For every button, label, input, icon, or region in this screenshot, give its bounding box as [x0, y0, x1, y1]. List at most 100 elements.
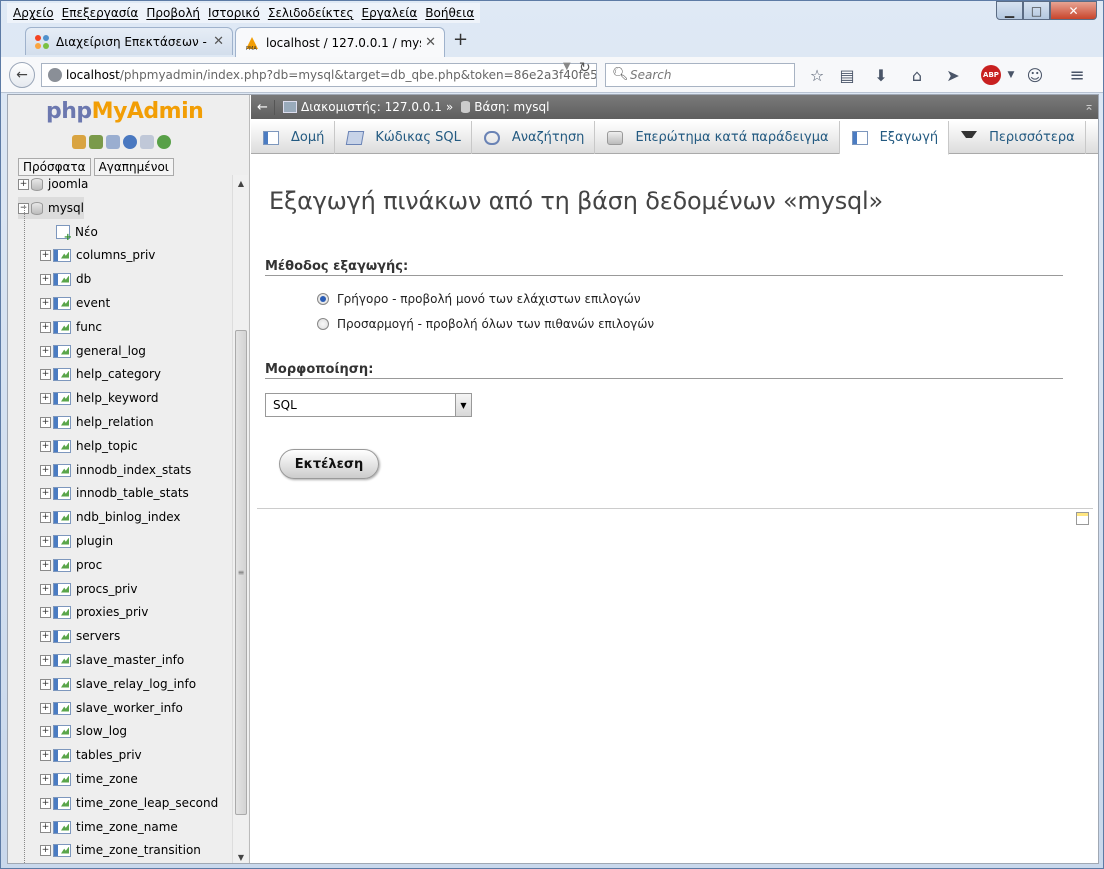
- expand-icon[interactable]: +: [18, 178, 29, 190]
- tree-table-func[interactable]: + func: [40, 316, 102, 338]
- expand-icon[interactable]: +: [40, 654, 51, 666]
- tree-table-innodb_table_stats[interactable]: + innodb_table_stats: [40, 482, 189, 504]
- expand-icon[interactable]: +: [40, 297, 51, 309]
- expand-icon[interactable]: +: [40, 797, 51, 809]
- console-icon[interactable]: [1076, 512, 1089, 525]
- tree-item-label[interactable]: general_log: [76, 344, 146, 358]
- tree-item-label[interactable]: slow_log: [76, 724, 127, 738]
- tree-table-time_zone[interactable]: + time_zone: [40, 768, 138, 790]
- expand-icon[interactable]: +: [40, 725, 51, 737]
- radio-button-checked[interactable]: [317, 293, 329, 305]
- tab-export[interactable]: Εξαγωγή: [839, 121, 950, 155]
- tab-query[interactable]: Επερώτημα κατά παράδειγμα: [595, 121, 840, 154]
- expand-icon[interactable]: +: [40, 273, 51, 285]
- tree-item-label[interactable]: help_category: [76, 367, 161, 381]
- help-icon[interactable]: [123, 135, 137, 149]
- tree-table-innodb_index_stats[interactable]: + innodb_index_stats: [40, 459, 191, 481]
- tree-item-label[interactable]: time_zone_transition: [76, 843, 201, 857]
- hamburger-menu-icon[interactable]: ≡: [1067, 65, 1087, 86]
- format-select[interactable]: SQL ▼: [265, 393, 472, 417]
- tree-table-db[interactable]: + db: [40, 268, 91, 290]
- radio-quick-label[interactable]: Γρήγορο - προβολή μονό των ελάχιστων επι…: [337, 292, 641, 306]
- tree-item-label[interactable]: ndb_binlog_index: [76, 510, 181, 524]
- tree-table-event[interactable]: + event: [40, 292, 110, 314]
- tree-table-help_keyword[interactable]: + help_keyword: [40, 387, 158, 409]
- tree-item-label[interactable]: innodb_index_stats: [76, 463, 191, 477]
- tree-table-slave_relay_log_info[interactable]: + slave_relay_log_info: [40, 673, 196, 695]
- reload-navigation-icon[interactable]: [157, 135, 171, 149]
- expand-icon[interactable]: +: [40, 773, 51, 785]
- tree-item-label[interactable]: time_zone_leap_second: [76, 796, 218, 810]
- documentation-icon[interactable]: [140, 135, 154, 149]
- tree-table-time_zone_transition[interactable]: + time_zone_transition: [40, 839, 201, 861]
- tree-item-label[interactable]: plugin: [76, 534, 113, 548]
- expand-icon[interactable]: +: [40, 511, 51, 523]
- tab-extensions[interactable]: Διαχείριση Επεκτάσεων - E... ✕: [25, 27, 233, 55]
- url-history-dropdown-icon[interactable]: ▼: [563, 61, 571, 72]
- tree-table-columns_priv[interactable]: + columns_priv: [40, 244, 155, 266]
- download-icon[interactable]: ⬇: [871, 65, 891, 85]
- radio-custom-label[interactable]: Προσαρμογή - προβολή όλων των πιθανών επ…: [337, 317, 654, 331]
- chat-icon[interactable]: ☺: [1025, 65, 1045, 85]
- tree-table-proxies_priv[interactable]: + proxies_priv: [40, 601, 148, 623]
- address-bar[interactable]: localhost/phpmyadmin/index.php?db=mysql&…: [41, 63, 597, 87]
- menu-tools[interactable]: Εργαλεία: [358, 6, 422, 20]
- menu-file[interactable]: Αρχείο: [9, 6, 58, 20]
- tree-table-help_topic[interactable]: + help_topic: [40, 435, 138, 457]
- reload-icon[interactable]: ↻: [579, 60, 591, 76]
- tree-item-label[interactable]: help_relation: [76, 415, 154, 429]
- favorites-button[interactable]: Αγαπημένοι: [93, 158, 174, 176]
- tree-table-help_relation[interactable]: + help_relation: [40, 411, 154, 433]
- expand-icon[interactable]: +: [40, 535, 51, 547]
- adblock-icon[interactable]: ABP: [981, 65, 1001, 85]
- tree-item-label[interactable]: innodb_table_stats: [76, 486, 189, 500]
- tree-item-label[interactable]: servers: [76, 629, 120, 643]
- expand-icon[interactable]: +: [40, 749, 51, 761]
- tree-item-label[interactable]: slave_master_info: [76, 653, 184, 667]
- tree-item-label[interactable]: slave_worker_info: [76, 701, 183, 715]
- expand-icon[interactable]: +: [40, 630, 51, 642]
- tree-item-label[interactable]: Νέο: [75, 225, 98, 239]
- search-input[interactable]: 🔍︎ Search: [605, 63, 795, 87]
- sidebar-scrollbar[interactable]: ▲ ≡ ▼: [232, 175, 249, 863]
- tree-table-slow_log[interactable]: + slow_log: [40, 720, 127, 742]
- radio-custom-option[interactable]: Προσαρμογή - προβολή όλων των πιθανών επ…: [317, 317, 654, 331]
- expand-icon[interactable]: +: [40, 464, 51, 476]
- tree-database-mysql[interactable]: − mysql: [18, 197, 84, 219]
- tree-item-label[interactable]: time_zone_name: [76, 820, 178, 834]
- adblock-dropdown-icon[interactable]: ▼: [1001, 65, 1021, 85]
- tree-table-servers[interactable]: + servers: [40, 625, 120, 647]
- tab-search[interactable]: Αναζήτηση: [472, 121, 596, 154]
- share-icon[interactable]: ➤: [943, 65, 963, 85]
- expand-icon[interactable]: +: [40, 821, 51, 833]
- minimize-button[interactable]: ▁: [996, 1, 1023, 20]
- expand-icon[interactable]: +: [40, 368, 51, 380]
- expand-icon[interactable]: +: [40, 583, 51, 595]
- expand-icon[interactable]: +: [40, 678, 51, 690]
- menu-history[interactable]: Ιστορικό: [204, 6, 264, 20]
- tree-item-label[interactable]: proc: [76, 558, 102, 572]
- scroll-down-icon[interactable]: ▼: [233, 849, 249, 863]
- expand-icon[interactable]: +: [40, 392, 51, 404]
- logout-icon[interactable]: [89, 135, 103, 149]
- scroll-up-icon[interactable]: ▲: [233, 175, 249, 191]
- tree-new-table[interactable]: Νέο: [56, 221, 98, 243]
- tab-more[interactable]: Περισσότερα: [949, 121, 1086, 154]
- back-button[interactable]: ←: [9, 62, 35, 88]
- tree-table-time_zone_leap_second[interactable]: + time_zone_leap_second: [40, 792, 218, 814]
- maximize-button[interactable]: □: [1023, 1, 1050, 20]
- tree-table-ndb_binlog_index[interactable]: + ndb_binlog_index: [40, 506, 181, 528]
- tree-item-label[interactable]: db: [76, 272, 91, 286]
- collapse-icon[interactable]: ⌅: [1084, 99, 1094, 113]
- tree-item-label[interactable]: procs_priv: [76, 582, 137, 596]
- menu-view[interactable]: Προβολή: [142, 6, 204, 20]
- tree-item-label[interactable]: time_zone: [76, 772, 138, 786]
- expand-icon[interactable]: +: [40, 702, 51, 714]
- expand-icon[interactable]: +: [40, 487, 51, 499]
- close-tab-icon[interactable]: ✕: [425, 35, 436, 50]
- tree-table-procs_priv[interactable]: + procs_priv: [40, 578, 137, 600]
- breadcrumb-database[interactable]: Βάση: mysql: [474, 100, 549, 114]
- back-arrow-icon[interactable]: ←: [251, 99, 275, 115]
- expand-icon[interactable]: +: [40, 416, 51, 428]
- tree-item-label[interactable]: help_keyword: [76, 391, 158, 405]
